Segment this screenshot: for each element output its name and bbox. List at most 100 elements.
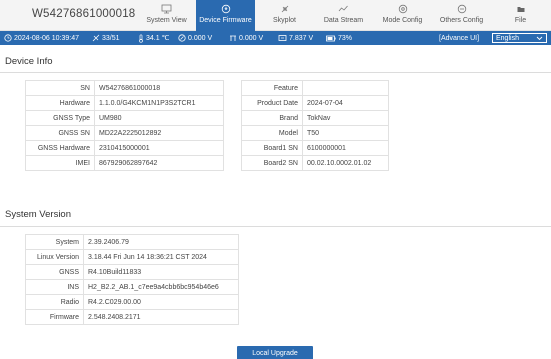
firmware-icon <box>221 3 231 14</box>
data-stream-icon <box>338 3 349 14</box>
section-divider <box>0 226 551 227</box>
row-key: Radio <box>25 294 84 310</box>
satellites-value: 33/51 <box>102 34 120 42</box>
row-value: 6100000001 <box>302 140 389 156</box>
table-row: Model T50 <box>241 125 389 141</box>
row-value: 2024-07-04 <box>302 95 389 111</box>
tab-file[interactable]: File <box>491 0 550 31</box>
power-input-icon <box>278 35 287 41</box>
table-row: Linux Version 3.18.44 Fri Jun 14 18:36:21… <box>25 249 239 265</box>
folder-icon <box>516 3 526 14</box>
tab-label: System View <box>146 17 187 24</box>
tab-system-view[interactable]: System View <box>137 0 196 31</box>
row-key: Product Date <box>241 95 303 111</box>
battery-value: 73% <box>338 34 353 42</box>
tab-data-stream[interactable]: Data Stream <box>314 0 373 31</box>
language-select[interactable]: English <box>492 33 547 43</box>
row-key: GNSS Type <box>25 110 95 126</box>
tab-label: Data Stream <box>323 17 364 24</box>
others-config-icon <box>457 3 467 14</box>
table-row: Product Date 2024-07-04 <box>241 95 389 111</box>
status-temperature: 34.1 ℃ <box>138 31 169 45</box>
status-battery: 73% <box>326 31 352 45</box>
row-value: 00.02.10.0002.01.02 <box>302 155 389 171</box>
status-datetime: 2024-08-06 10:39:47 <box>4 31 79 45</box>
voltage1-value: 0.000 V <box>188 34 213 42</box>
table-row: Radio R4.2.C029.00.00 <box>25 294 239 310</box>
row-value: 2.39.2406.79 <box>83 234 239 250</box>
local-upgrade-button[interactable]: Local Upgrade <box>237 346 313 359</box>
device-info-left-table: SN W54276861000018 Hardware 1.1.0.0/G4KCM1… <box>25 80 224 171</box>
row-value: T50 <box>302 125 389 141</box>
table-row: Board2 SN 00.02.10.0002.01.02 <box>241 155 389 171</box>
table-row: SN W54276861000018 <box>25 80 224 96</box>
row-value: 1.1.0.0/G4KCM1N1P3S2TCR1 <box>94 95 224 111</box>
row-value: R4.2.C029.00.00 <box>83 294 239 310</box>
table-row: GNSS R4.10Build11833 <box>25 264 239 280</box>
monitor-icon <box>161 3 172 14</box>
tab-skyplot[interactable]: Skyplot <box>255 0 314 31</box>
table-row: System 2.39.2406.79 <box>25 234 239 250</box>
row-value: 2310415000001 <box>94 140 224 156</box>
temperature-value: 34.1 ℃ <box>146 35 170 42</box>
row-value: TokNav <box>302 110 389 126</box>
row-key: GNSS SN <box>25 125 95 141</box>
row-key: Board2 SN <box>241 155 303 171</box>
table-row: Hardware 1.1.0.0/G4KCM1N1P3S2TCR1 <box>25 95 224 111</box>
row-key: Board1 SN <box>241 140 303 156</box>
row-value: W54276861000018 <box>94 80 224 96</box>
voltage2-value: 0.000 V <box>239 34 264 42</box>
clock-icon <box>4 34 12 42</box>
satellite-icon <box>280 3 290 14</box>
datetime-value: 2024-08-06 10:39:47 <box>14 34 79 42</box>
row-key: GNSS <box>25 264 84 280</box>
tab-label: Others Config <box>439 17 484 24</box>
tab-label: Device Firmware <box>199 17 252 24</box>
top-header: W54276861000018 System View Device Firmw… <box>0 0 551 31</box>
row-value: 2.548.2408.2171 <box>83 309 239 325</box>
table-row: Board1 SN 6100000001 <box>241 140 389 156</box>
table-row: Feature <box>241 80 389 96</box>
row-value: 867929062897642 <box>94 155 224 171</box>
section-divider <box>0 72 551 73</box>
tab-others-config[interactable]: Others Config <box>432 0 491 31</box>
system-version-table: System 2.39.2406.79 Linux Version 3.18.44 … <box>25 234 239 325</box>
satellite-icon <box>92 34 100 42</box>
device-info-right-table: Feature Product Date 2024-07-04 Brand TokN… <box>241 80 389 171</box>
row-key: System <box>25 234 84 250</box>
mode-config-icon <box>398 3 408 14</box>
tab-label: File <box>514 17 527 24</box>
row-key: SN <box>25 80 95 96</box>
language-value: English <box>496 34 519 42</box>
row-key: IMEI <box>25 155 95 171</box>
row-value: UM980 <box>94 110 224 126</box>
row-value: 3.18.44 Fri Jun 14 18:36:21 CST 2024 <box>83 249 239 265</box>
tab-device-firmware[interactable]: Device Firmware <box>196 0 255 31</box>
row-key: Brand <box>241 110 303 126</box>
table-row: GNSS SN MD22A2225012892 <box>25 125 224 141</box>
main-tabs: System View Device Firmware Skyplot Data… <box>137 0 550 31</box>
table-row: Firmware 2.548.2408.2171 <box>25 309 239 325</box>
advance-ui-link[interactable]: [Advance UI] <box>439 31 479 45</box>
table-row: Brand TokNav <box>241 110 389 126</box>
row-value: MD22A2225012892 <box>94 125 224 141</box>
row-value <box>302 80 389 96</box>
voltage3-value: 7.837 V <box>289 34 314 42</box>
table-row: GNSS Hardware 2310415000001 <box>25 140 224 156</box>
table-row: IMEI 867929062897642 <box>25 155 224 171</box>
status-voltage2: 0.000 V <box>229 31 263 45</box>
device-info-title: Device Info <box>5 56 53 67</box>
row-value: H2_B2.2_AB.1_c7ee9a4cbb6bc954b46e6 <box>83 279 239 295</box>
tab-label: Mode Config <box>382 17 423 24</box>
status-satellites: 33/51 <box>92 31 120 45</box>
status-bar: 2024-08-06 10:39:47 33/51 34.1 ℃ 0.000 V… <box>0 31 551 45</box>
row-key: Feature <box>241 80 303 96</box>
row-value: R4.10Build11833 <box>83 264 239 280</box>
row-key: Hardware <box>25 95 95 111</box>
tab-mode-config[interactable]: Mode Config <box>373 0 432 31</box>
row-key: INS <box>25 279 84 295</box>
tab-label: Skyplot <box>273 17 296 24</box>
system-version-title: System Version <box>5 209 71 220</box>
table-row: INS H2_B2.2_AB.1_c7ee9a4cbb6bc954b46e6 <box>25 279 239 295</box>
gauge-icon <box>178 34 186 42</box>
